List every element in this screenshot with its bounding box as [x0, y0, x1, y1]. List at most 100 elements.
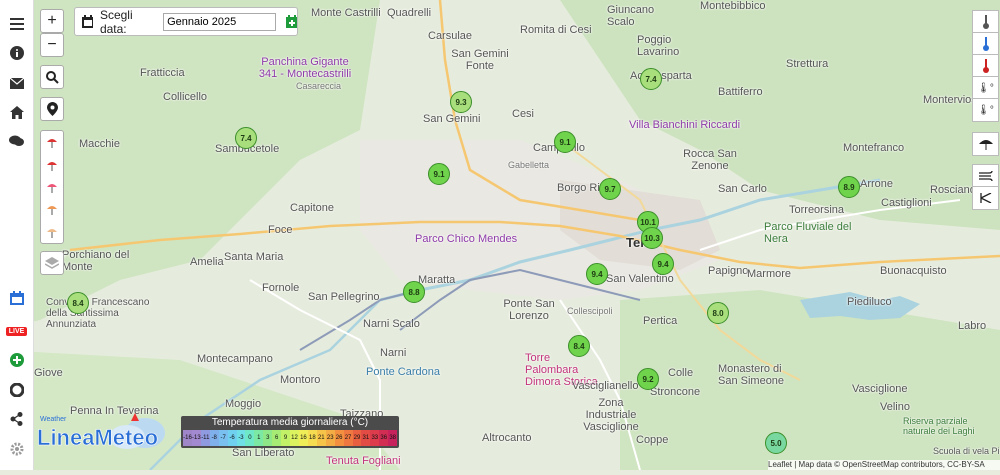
temperature-marker[interactable]: 9.2 — [637, 368, 659, 390]
park-label: Parco Fluviale del Nera — [764, 221, 852, 245]
temperature-marker[interactable]: 8.0 — [707, 302, 729, 324]
legend-step: 36 — [379, 430, 389, 446]
legend-scale: -16 -13 -11 -8 -7 -6 -3 0 1 3 6 9 12 16 18 21 23 26 27 29 31… — [183, 430, 398, 446]
dewpoint-icon[interactable]: 🌡° — [972, 76, 999, 100]
legend-step: -7 — [218, 430, 228, 446]
date-input[interactable] — [163, 12, 277, 31]
temperature-marker[interactable]: 9.1 — [554, 131, 576, 153]
place-label: Altrocanto — [482, 432, 532, 444]
pin-icon — [46, 102, 58, 116]
lifebuoy-icon[interactable] — [0, 377, 33, 403]
place-label: Poggio Lavarino — [637, 34, 680, 58]
map-canvas[interactable]: Monte Castrilli Quadrelli Giuncano Scalo… — [0, 0, 1000, 471]
place-label: Montebibbico — [700, 0, 766, 12]
calendar-add-icon[interactable] — [286, 15, 298, 28]
zoom-in-button[interactable]: + — [40, 9, 64, 33]
place-label: Moggio — [225, 398, 262, 410]
map-attribution[interactable]: Leaflet | Map data © OpenStreetMap contr… — [768, 460, 1000, 470]
wind-gust-icon[interactable] — [972, 186, 999, 210]
live-icon[interactable]: LIVE — [0, 318, 33, 344]
place-label: Vasciglione — [852, 383, 908, 395]
umbrella-icon[interactable] — [972, 132, 999, 156]
place-label: Colle — [668, 367, 694, 379]
temperature-marker[interactable]: 9.4 — [586, 263, 608, 285]
thermometer-icon[interactable] — [972, 10, 999, 34]
chat-icon[interactable] — [0, 128, 33, 154]
legend-step: 23 — [325, 430, 335, 446]
place-label: San Carlo — [718, 183, 767, 195]
place-label: Buonacquisto — [880, 265, 947, 277]
place-label: Cesi — [512, 108, 535, 120]
place-label: Foce — [268, 224, 293, 236]
search-icon — [45, 70, 59, 84]
place-label: San Pellegrino — [308, 291, 380, 303]
place-label: Montoro — [280, 374, 321, 386]
svg-text:LineaMeteo: LineaMeteo — [37, 425, 158, 450]
temperature-marker[interactable]: 7.4 — [235, 127, 257, 149]
place-label: Labro — [958, 320, 987, 332]
info-icon[interactable] — [0, 40, 33, 66]
place-label: Collicello — [163, 91, 208, 103]
poi-label: Tenuta Fogliani — [326, 455, 401, 467]
zoom-out-button[interactable]: − — [40, 33, 64, 57]
poi-label: Panchina Gigante 341 - Montecastrilli — [258, 56, 352, 80]
temperature-marker[interactable]: 8.9 — [838, 176, 860, 198]
temperature-marker[interactable]: 7.4 — [640, 68, 662, 90]
flag-icon[interactable] — [46, 203, 58, 216]
place-label: Coppe — [636, 434, 669, 446]
calendar-icon[interactable] — [82, 15, 93, 28]
place-label: Strettura — [786, 58, 829, 70]
temperature-marker[interactable]: 9.3 — [450, 91, 472, 113]
place-label: Macchie — [79, 138, 120, 150]
menu-icon[interactable] — [0, 11, 33, 37]
place-label: Rosciano — [930, 184, 976, 196]
place-label: Fornole — [262, 282, 300, 294]
legend-step: -6 — [227, 430, 237, 446]
temperature-marker[interactable]: 9.1 — [428, 163, 450, 185]
location-button[interactable] — [40, 97, 64, 121]
legend-step: -11 — [200, 430, 210, 446]
logo-image: Weather LineaMeteo — [37, 413, 165, 450]
layers-button[interactable] — [40, 251, 64, 275]
place-label: Marmore — [747, 268, 792, 280]
legend-step: 9 — [281, 430, 291, 446]
temperature-marker[interactable]: 8.8 — [403, 281, 425, 303]
place-label: San Gemini — [423, 113, 481, 125]
gear-icon[interactable] — [0, 436, 33, 462]
place-label: Arrone — [860, 178, 894, 190]
place-label: Maratta — [418, 274, 456, 286]
legend-step: 31 — [361, 430, 371, 446]
mail-icon[interactable] — [0, 70, 33, 96]
wind-icon[interactable] — [972, 164, 999, 188]
thermometer-icon[interactable] — [972, 54, 999, 78]
legend-step: 33 — [370, 430, 380, 446]
place-label: Giuncano Scalo — [607, 4, 655, 28]
rain-icon[interactable] — [46, 136, 58, 149]
thermometer-icon[interactable] — [46, 159, 58, 171]
place-label: Casareccia — [296, 81, 342, 91]
temperature-marker[interactable]: 9.7 — [599, 178, 621, 200]
place-label: Narni Scalo — [363, 318, 420, 330]
place-label: Stroncone — [650, 386, 701, 398]
legend-step: -3 — [236, 430, 246, 446]
search-button[interactable] — [40, 65, 64, 89]
linea-meteo-logo: Weather LineaMeteo — [35, 411, 165, 453]
home-icon[interactable] — [0, 99, 33, 125]
temperature-marker[interactable]: 9.4 — [652, 253, 674, 275]
calendar-icon[interactable] — [0, 285, 33, 311]
snow-icon[interactable] — [46, 226, 58, 238]
date-label: Scegli data: — [99, 7, 133, 36]
temperature-marker[interactable]: 10.3 — [641, 227, 663, 249]
poi-label: Convento Francescano della Santissima An… — [46, 297, 150, 330]
place-label: Giove — [34, 367, 63, 379]
temperature-marker[interactable]: 5.0 — [765, 432, 787, 454]
humidity-icon[interactable]: 🌡° — [972, 98, 999, 122]
temperature-marker[interactable]: 8.4 — [568, 335, 590, 357]
thermometer-icon[interactable] — [972, 32, 999, 56]
temperature-marker[interactable]: 8.4 — [67, 292, 89, 314]
place-label: Collescipoli — [567, 306, 613, 316]
place-label: San Liberato — [232, 447, 295, 459]
share-icon[interactable] — [0, 406, 33, 432]
plus-circle-icon[interactable] — [0, 347, 33, 373]
wind-icon[interactable] — [46, 181, 58, 193]
